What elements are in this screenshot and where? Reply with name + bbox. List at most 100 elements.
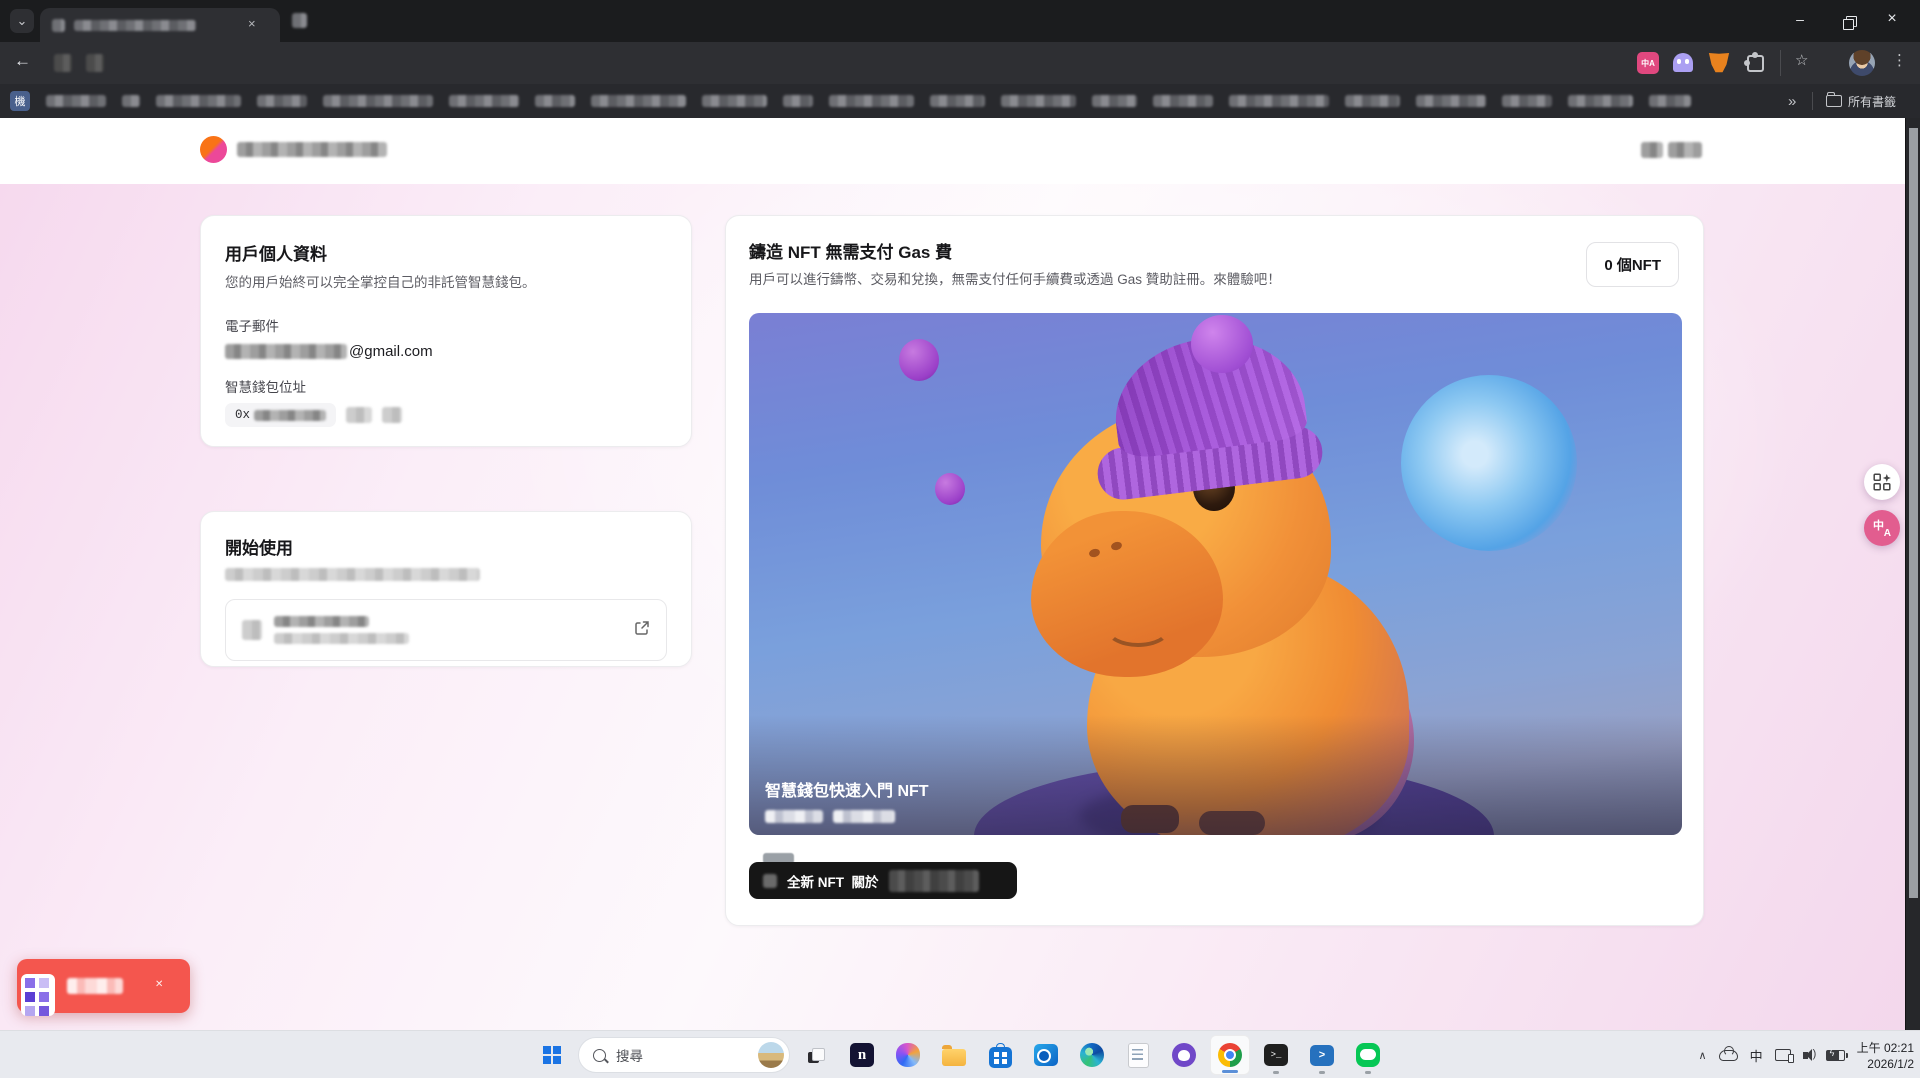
extensions-menu-button[interactable]: [1747, 55, 1764, 72]
speaker-icon[interactable]: [1803, 1052, 1808, 1059]
screenshot-tool-button[interactable]: [1864, 464, 1900, 500]
back-button[interactable]: ←: [14, 51, 31, 71]
cta-emoji-redacted: [763, 874, 777, 888]
header-action-button[interactable]: [1641, 142, 1702, 158]
taskbar-line[interactable]: [1348, 1035, 1388, 1075]
toast-close-icon[interactable]: ✕: [155, 979, 163, 990]
taskbar-notion[interactable]: n: [842, 1035, 882, 1075]
avatar-image: [1849, 50, 1875, 76]
new-tab-button[interactable]: [292, 13, 307, 28]
start-button[interactable]: [532, 1035, 572, 1075]
taskbar-ms-store[interactable]: [980, 1035, 1020, 1075]
translate-page-button[interactable]: 中 A: [1864, 510, 1900, 546]
ime-indicator[interactable]: 中: [1750, 1046, 1763, 1065]
nft-card-subtitle: 用戶可以進行鑄幣、交易和兌換，無需支付任何手續費或透過 Gas 贊助註冊。來體驗…: [749, 270, 1281, 290]
fox-icon: [1708, 53, 1730, 73]
all-bookmarks-label: 所有書籤: [1848, 93, 1896, 110]
tab-close-icon[interactable]: ×: [248, 16, 256, 31]
restore-icon: [1843, 19, 1854, 30]
wallet-address-chip[interactable]: 0x: [225, 403, 336, 427]
folder-icon: [1826, 95, 1842, 107]
tray-clock[interactable]: 上午 02:21 2026/1/2: [1857, 1039, 1914, 1071]
nft-cta-button[interactable]: 全新 NFT 關於: [749, 862, 1017, 899]
taskbar-edge[interactable]: [1072, 1035, 1112, 1075]
getting-started-card: 開始使用: [200, 511, 692, 667]
cta-label-redacted: [889, 870, 979, 892]
taskbar-search-box[interactable]: 搜尋: [578, 1037, 790, 1073]
phantom-wallet-extension-icon[interactable]: [1673, 53, 1693, 72]
tray-chevron-icon[interactable]: ∧: [1699, 1049, 1707, 1062]
bookmark-item[interactable]: [257, 95, 307, 107]
taskbar-outlook[interactable]: [1026, 1035, 1066, 1075]
onedrive-icon[interactable]: [1719, 1050, 1738, 1061]
profile-avatar[interactable]: [1849, 50, 1875, 76]
bookmark-item[interactable]: [930, 95, 985, 107]
close-icon: ×: [1872, 4, 1912, 34]
bookmark-item[interactable]: [449, 95, 519, 107]
bookmark-item[interactable]: [829, 95, 914, 107]
bookmark-item[interactable]: [1502, 95, 1552, 107]
taskbar-terminal[interactable]: >_: [1256, 1035, 1296, 1075]
bookmark-item[interactable]: [46, 95, 106, 107]
purple-sphere-small: [935, 473, 965, 505]
search-highlight-image[interactable]: [758, 1042, 784, 1068]
window-minimize-button[interactable]: –: [1780, 4, 1820, 34]
bookmark-item[interactable]: [535, 95, 575, 107]
external-link-icon[interactable]: [634, 620, 650, 641]
bookmark-item[interactable]: [1345, 95, 1400, 107]
line-app-icon: [1356, 1043, 1380, 1067]
wallet-extra-redacted: [346, 407, 372, 423]
browser-tab[interactable]: ×: [40, 8, 280, 42]
ime-extension-icon[interactable]: 中A: [1637, 52, 1659, 74]
bookmark-item[interactable]: [1568, 95, 1633, 107]
window-close-button[interactable]: ×: [1872, 4, 1912, 34]
profile-card: 用戶個人資料 您的用戶始終可以完全掌控自己的非託管智慧錢包。 電子郵件 @gma…: [200, 215, 692, 447]
bookmark-item[interactable]: [1229, 95, 1329, 107]
taskbar-file-explorer[interactable]: [934, 1035, 974, 1075]
bookmark-item[interactable]: [1649, 95, 1691, 107]
bookmark-item[interactable]: [1092, 95, 1137, 107]
page-scrollbar[interactable]: [1905, 118, 1920, 1030]
bookmark-item[interactable]: [156, 95, 241, 107]
bookmarks-overflow-button[interactable]: »: [1788, 93, 1796, 110]
email-value: @gmail.com: [225, 343, 667, 360]
bookmark-favicon[interactable]: 機: [10, 91, 30, 111]
bookmark-collections-icon[interactable]: ☆: [1795, 51, 1808, 69]
wallet-prefix: 0x: [235, 408, 250, 422]
bookmark-item[interactable]: [702, 95, 767, 107]
battery-icon[interactable]: ϟ: [1826, 1050, 1845, 1061]
taskbar-notepad[interactable]: [1118, 1035, 1158, 1075]
site-logo[interactable]: [200, 136, 387, 163]
taskbar-powershell[interactable]: >: [1302, 1035, 1342, 1075]
metamask-extension-icon[interactable]: [1708, 53, 1730, 73]
toast-icon: [21, 974, 55, 1016]
tab-favicon: [52, 19, 65, 32]
bookmark-item[interactable]: [323, 95, 433, 107]
notepad-icon: [1128, 1043, 1149, 1068]
taskbar-chrome-active[interactable]: [1210, 1035, 1250, 1075]
bookmark-item[interactable]: [1153, 95, 1213, 107]
getting-started-title: 開始使用: [225, 534, 667, 559]
getting-started-link-item[interactable]: [225, 599, 667, 661]
github-icon: [1172, 1043, 1196, 1067]
nft-image-caption: 智慧錢包快速入門 NFT: [765, 777, 929, 801]
forward-button-redacted[interactable]: [54, 54, 72, 72]
window-restore-button[interactable]: [1828, 9, 1868, 39]
powershell-icon: >: [1310, 1045, 1334, 1066]
all-bookmarks-button[interactable]: 所有書籤: [1826, 93, 1896, 110]
bookmark-item[interactable]: [783, 95, 813, 107]
browser-menu-button[interactable]: ⋮: [1892, 51, 1907, 69]
tab-search-button[interactable]: ⌄: [10, 9, 34, 33]
bookmark-item[interactable]: [122, 95, 140, 107]
wallet-label: 智慧錢包位址: [225, 376, 667, 396]
bookmark-item[interactable]: [591, 95, 686, 107]
task-view-button[interactable]: [796, 1035, 836, 1075]
reload-button-redacted[interactable]: [86, 54, 104, 72]
taskbar-github[interactable]: [1164, 1035, 1204, 1075]
network-device-icon[interactable]: [1775, 1049, 1791, 1061]
profile-card-title: 用戶個人資料: [225, 240, 667, 265]
bookmark-item[interactable]: [1001, 95, 1076, 107]
taskbar-copilot[interactable]: [888, 1035, 928, 1075]
bookmark-item[interactable]: [1416, 95, 1486, 107]
scrollbar-thumb[interactable]: [1909, 128, 1918, 898]
